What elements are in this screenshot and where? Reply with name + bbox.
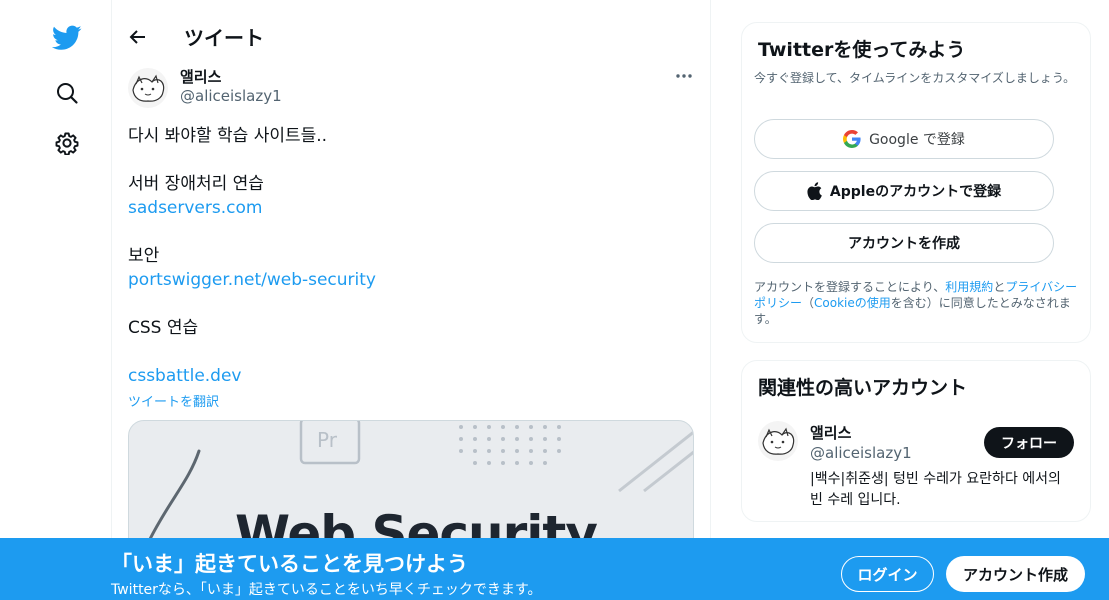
google-signup-label: Google で登録 xyxy=(869,132,965,148)
terms-link[interactable]: 利用規約 xyxy=(945,280,993,294)
cat-avatar-icon xyxy=(128,68,168,108)
back-arrow-icon xyxy=(129,30,145,44)
legal-and: と xyxy=(993,280,1006,294)
settings-button[interactable] xyxy=(44,120,90,166)
twitter-bird-icon xyxy=(52,25,82,50)
create-account-label: アカウントを作成 xyxy=(848,236,960,252)
svg-text:Pr: Pr xyxy=(317,428,338,452)
apple-signup-label: Appleのアカウントで登録 xyxy=(829,184,1002,200)
author-handle[interactable]: @aliceislazy1 xyxy=(180,87,282,105)
tweet-line: 서버 장애처리 연습 xyxy=(128,174,264,194)
related-accounts-panel: 関連性の高いアカウント 앨리스 @aliceislazy1 |백수|취준생| 텅… xyxy=(741,360,1091,522)
legal-notice: アカウントを登録することにより、利用規約とプライバシーポリシー（Cookieの使… xyxy=(754,279,1084,327)
follow-button[interactable]: フォロー xyxy=(984,427,1074,458)
cookie-use-link[interactable]: Cookieの使用 xyxy=(814,296,891,310)
tweet-line: 다시 봐야할 학습 사이트들.. xyxy=(128,126,328,146)
banner-subtitle: Twitterなら、「いま」起きていることをいち早くチェックできます。 xyxy=(111,582,542,598)
tweet-link-portswigger[interactable]: portswigger.net/web-security xyxy=(128,268,695,292)
legal-paren: （ xyxy=(802,296,815,310)
tweet-link-cssbattle[interactable]: cssbattle.dev xyxy=(128,364,695,388)
page-title: ツイート xyxy=(184,26,264,50)
author-avatar[interactable] xyxy=(128,68,168,108)
related-handle[interactable]: @aliceislazy1 xyxy=(810,444,912,462)
page-header: ツイート xyxy=(112,0,710,70)
cat-avatar-icon xyxy=(758,421,798,461)
google-icon xyxy=(843,130,861,148)
legal-prefix: アカウントを登録することにより、 xyxy=(754,280,946,294)
left-navigation xyxy=(0,0,112,600)
more-options-button[interactable] xyxy=(669,64,699,88)
apple-icon xyxy=(807,182,822,200)
twitter-logo-button[interactable] xyxy=(44,15,90,61)
create-account-button[interactable]: アカウントを作成 xyxy=(754,223,1054,263)
search-button[interactable] xyxy=(44,70,90,116)
search-icon xyxy=(57,83,78,104)
related-bio: |백수|취준생| 텅빈 수레가 요란하다 에서의 빈 수레 입니다. xyxy=(810,471,1061,508)
tweet-line: CSS 연습 xyxy=(128,318,199,338)
related-title: 関連性の高いアカウント xyxy=(758,377,968,399)
signup-subtitle: 今すぐ登録して、タイムラインをカスタマイズしましょう。 xyxy=(754,71,1076,85)
signup-banner: 「いま」起きていることを見つけよう Twitterなら、「いま」起きていることを… xyxy=(0,538,1109,600)
related-avatar[interactable] xyxy=(758,421,798,461)
gear-icon xyxy=(55,132,79,155)
related-name[interactable]: 앨리스 xyxy=(810,422,851,443)
tweet-link-sadservers[interactable]: sadservers.com xyxy=(128,196,695,220)
login-button[interactable]: ログイン xyxy=(841,556,934,592)
main-column: ツイート 앨리스 @aliceislazy1 다시 봐야할 학습 사이트들.. xyxy=(112,0,711,600)
translate-tweet-link[interactable]: ツイートを翻訳 xyxy=(128,391,219,410)
signup-title: Twitterを使ってみよう xyxy=(758,39,966,61)
author-name[interactable]: 앨리스 xyxy=(180,66,221,87)
more-dots-icon xyxy=(676,74,692,78)
apple-signup-button[interactable]: Appleのアカウントで登録 xyxy=(754,171,1054,211)
signup-panel: Twitterを使ってみよう 今すぐ登録して、タイムラインをカスタマイズしましょ… xyxy=(741,22,1091,343)
signup-button[interactable]: アカウント作成 xyxy=(946,556,1085,592)
banner-title: 「いま」起きていることを見つけよう xyxy=(111,552,468,576)
back-button[interactable] xyxy=(122,21,154,53)
google-signup-button[interactable]: Google で登録 xyxy=(754,119,1054,159)
tweet-text: 다시 봐야할 학습 사이트들.. 서버 장애처리 연습 sadservers.c… xyxy=(128,124,695,388)
tweet-line: 보안 xyxy=(128,246,160,266)
